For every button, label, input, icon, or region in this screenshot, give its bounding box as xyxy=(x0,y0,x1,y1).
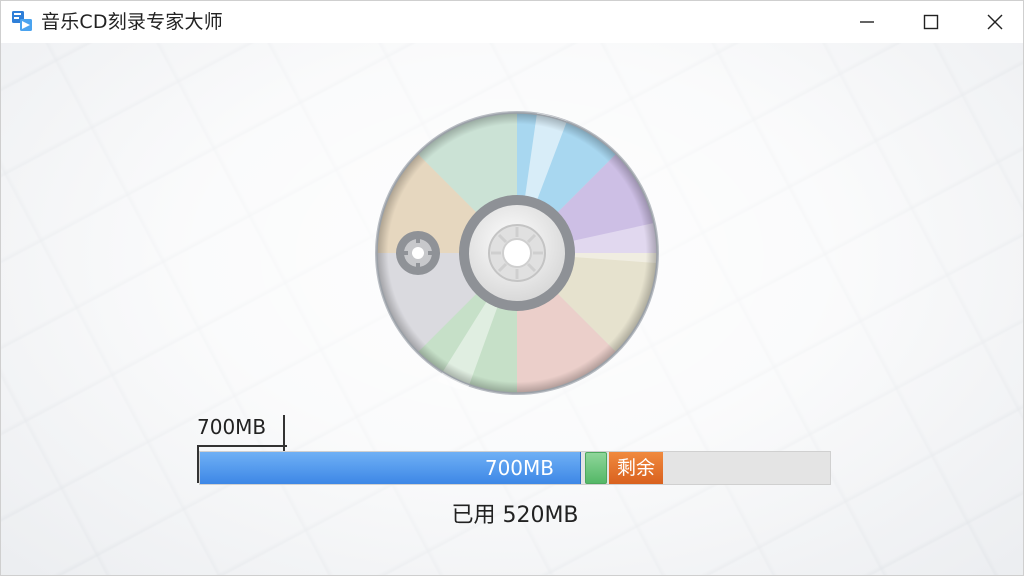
capacity-indicator: 700MB 700MB 剩余 已用 520MB xyxy=(197,415,833,535)
used-space-text: 已用 520MB xyxy=(451,503,579,528)
total-capacity-label: 700MB xyxy=(197,415,267,439)
capacity-bar: 700MB 剩余 xyxy=(199,451,831,485)
window-title: 音乐CD刻录专家大师 xyxy=(41,11,223,33)
remaining-space-label: 剩余 xyxy=(609,452,663,484)
maximize-icon xyxy=(923,14,939,30)
capacity-tick xyxy=(283,415,285,451)
maximize-button[interactable] xyxy=(899,1,963,43)
cd-disc-icon xyxy=(375,111,659,395)
close-button[interactable] xyxy=(963,1,1023,43)
app-logo-icon xyxy=(12,11,32,31)
cd-disc[interactable] xyxy=(367,103,667,403)
minimize-icon xyxy=(860,21,874,23)
app-window: 音乐CD刻录专家大师 700MB 700MB 剩余 已用 520MB xyxy=(0,0,1024,576)
used-space-bar: 700MB xyxy=(200,452,581,484)
main-content: 700MB 700MB 剩余 已用 520MB xyxy=(1,43,1023,575)
current-position-marker[interactable] xyxy=(585,452,607,484)
minimize-button[interactable] xyxy=(835,1,899,43)
title-bar[interactable]: 音乐CD刻录专家大师 xyxy=(1,1,1023,43)
close-icon xyxy=(987,14,1003,30)
